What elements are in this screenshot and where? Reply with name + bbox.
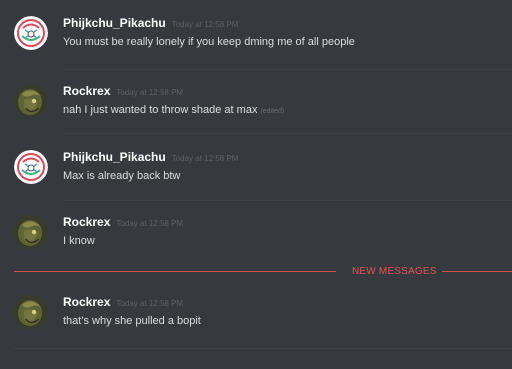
chat-message-list[interactable]: Phijkchu_Pikachu Today at 12:58 PM You mu… xyxy=(0,0,512,369)
pokeball-icon xyxy=(14,150,48,184)
message-timestamp: Today at 12:58 PM xyxy=(116,219,184,228)
pokeball-avatar[interactable] xyxy=(14,16,48,50)
message-timestamp: Today at 12:58 PM xyxy=(116,299,184,308)
new-messages-line xyxy=(14,271,336,272)
message-timestamp: Today at 12:58 PM xyxy=(171,20,239,29)
author-name[interactable]: Rockrex xyxy=(63,84,110,98)
pokeball-avatar[interactable] xyxy=(14,150,48,184)
rockrex-avatar-icon xyxy=(14,295,48,329)
new-messages-label: NEW MESSAGES xyxy=(351,266,438,277)
message-text: Max is already back btw xyxy=(63,170,181,182)
new-messages-line xyxy=(442,271,512,272)
pokeball-icon xyxy=(14,16,48,50)
message-text: You must be really lonely if you keep dm… xyxy=(63,36,355,48)
rockrex-avatar[interactable] xyxy=(14,295,48,329)
author-name[interactable]: Phijkchu_Pikachu xyxy=(63,16,166,30)
message-timestamp: Today at 12:58 PM xyxy=(116,88,184,97)
message-separator xyxy=(63,200,512,201)
chat-message: Rockrex Today at 12:58 PM I know xyxy=(0,215,512,261)
rockrex-avatar-icon xyxy=(14,84,48,118)
message-author[interactable]: Phijkchu_Pikachu Today at 12:58 PM xyxy=(63,150,238,166)
message-author[interactable]: Phijkchu_Pikachu Today at 12:58 PM xyxy=(63,16,238,32)
edited-label: (edited) xyxy=(260,108,285,115)
message-text: nah I just wanted to throw shade at max(… xyxy=(63,103,284,119)
message-text: that's why she pulled a bopit xyxy=(63,315,201,327)
rockrex-avatar[interactable] xyxy=(14,215,48,249)
chat-message: Rockrex Today at 12:58 PM nah I just want… xyxy=(0,84,512,130)
message-body: nah I just wanted to throw shade at max xyxy=(63,104,258,116)
message-author[interactable]: Rockrex Today at 12:58 PM xyxy=(63,215,183,231)
message-separator xyxy=(63,69,512,70)
message-timestamp: Today at 12:58 PM xyxy=(171,154,239,163)
author-name[interactable]: Rockrex xyxy=(63,295,110,309)
author-name[interactable]: Rockrex xyxy=(63,215,110,229)
message-separator xyxy=(63,133,512,134)
new-messages-divider: NEW MESSAGES xyxy=(14,264,512,280)
chat-message: Phijkchu_Pikachu Today at 12:58 PM You mu… xyxy=(0,16,512,62)
message-separator xyxy=(14,348,512,349)
message-text: I know xyxy=(63,235,95,247)
rockrex-avatar-icon xyxy=(14,215,48,249)
chat-message: Rockrex Today at 12:58 PM that's why she … xyxy=(0,295,512,341)
chat-message: Phijkchu_Pikachu Today at 12:58 PM Max is… xyxy=(0,150,512,196)
rockrex-avatar[interactable] xyxy=(14,84,48,118)
message-author[interactable]: Rockrex Today at 12:58 PM xyxy=(63,295,183,311)
message-author[interactable]: Rockrex Today at 12:58 PM xyxy=(63,84,183,100)
author-name[interactable]: Phijkchu_Pikachu xyxy=(63,150,166,164)
